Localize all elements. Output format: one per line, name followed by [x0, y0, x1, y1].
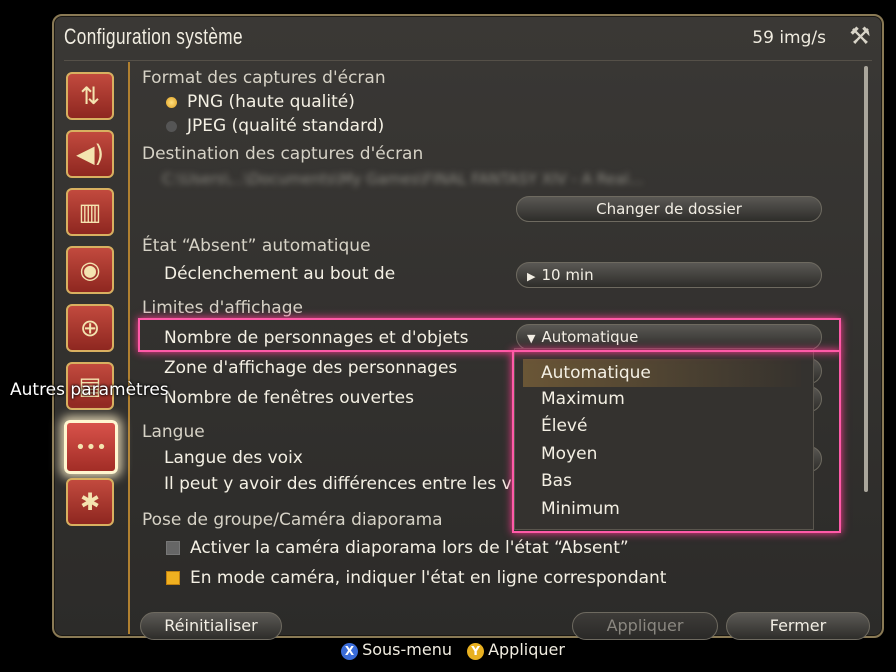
radio-unselected-icon [166, 120, 177, 132]
language-label: Langue [142, 422, 205, 442]
x-button-icon: X [341, 643, 359, 660]
close-button[interactable]: Fermer [726, 612, 870, 640]
tools-icon[interactable]: ⚒ [846, 22, 874, 50]
voice-note: Il peut y avoir des différences entre le… [164, 474, 512, 494]
button-hints: X Sous-menu Y Appliquer [0, 640, 896, 660]
sidebar-divider [128, 62, 130, 634]
screenshot-dest-label: Destination des captures d'écran [142, 144, 424, 164]
change-folder-button[interactable]: Changer de dossier [516, 196, 822, 222]
slideshow-cam-option[interactable]: Activer la caméra diaporama lors de l'ét… [166, 538, 629, 558]
window-title: Configuration système [64, 24, 243, 49]
sidebar: ⇅ ◀) ▥ ◉ ⊕ ▤ ••• ✱ [64, 66, 126, 632]
checkbox-unchecked-icon [166, 541, 180, 555]
character-icon[interactable]: ✱ [66, 478, 114, 526]
trigger-after-label: Déclenchement au bout de [164, 264, 396, 284]
radio-selected-icon [166, 96, 177, 108]
display-icon[interactable]: ⇅ [66, 72, 114, 120]
apply-button[interactable]: Appliquer [572, 612, 718, 640]
fps-counter: 59 img/s [752, 28, 826, 48]
voice-lang-label: Langue des voix [164, 448, 303, 468]
num-windows-label: Nombre de fenêtres ouvertes [164, 388, 414, 408]
gamepad-icon[interactable]: ⊕ [66, 304, 114, 352]
camera-mode-option[interactable]: En mode caméra, indiquer l'état en ligne… [166, 568, 666, 588]
group-pose-label: Pose de groupe/Caméra diaporama [142, 510, 443, 530]
auto-afk-label: État “Absent” automatique [142, 236, 371, 256]
dest-path: C:\Users\...\Documents\My Games\FINAL FA… [162, 170, 644, 188]
y-button-icon: Y [467, 643, 485, 660]
scrollbar[interactable] [864, 66, 868, 492]
hint-apply: Appliquer [488, 640, 565, 659]
jpeg-option[interactable]: JPEG (qualité standard) [166, 116, 384, 136]
png-option[interactable]: PNG (haute qualité) [166, 92, 355, 112]
hint-submenu: Sous-menu [362, 640, 452, 659]
title-divider [64, 60, 872, 61]
screenshot-format-label: Format des captures d'écran [142, 68, 386, 88]
focus-highlight [138, 318, 841, 352]
sound-icon[interactable]: ◀) [66, 130, 114, 178]
display-limits-label: Limites d'affichage [142, 298, 303, 318]
trigger-select[interactable]: ▶ 10 min [516, 262, 822, 288]
sidebar-tooltip: Autres paramètres [10, 380, 169, 400]
char-zone-label: Zone d'affichage des personnages [164, 358, 458, 378]
reset-button[interactable]: Réinitialiser [140, 612, 282, 640]
title-bar: Configuration système 59 img/s ⚒ [54, 16, 882, 60]
checkbox-checked-icon [166, 571, 180, 585]
more-icon[interactable]: ••• [64, 420, 118, 474]
dropdown-highlight [512, 350, 841, 533]
theater-icon[interactable]: ▥ [66, 188, 114, 236]
mouse-icon[interactable]: ◉ [66, 246, 114, 294]
